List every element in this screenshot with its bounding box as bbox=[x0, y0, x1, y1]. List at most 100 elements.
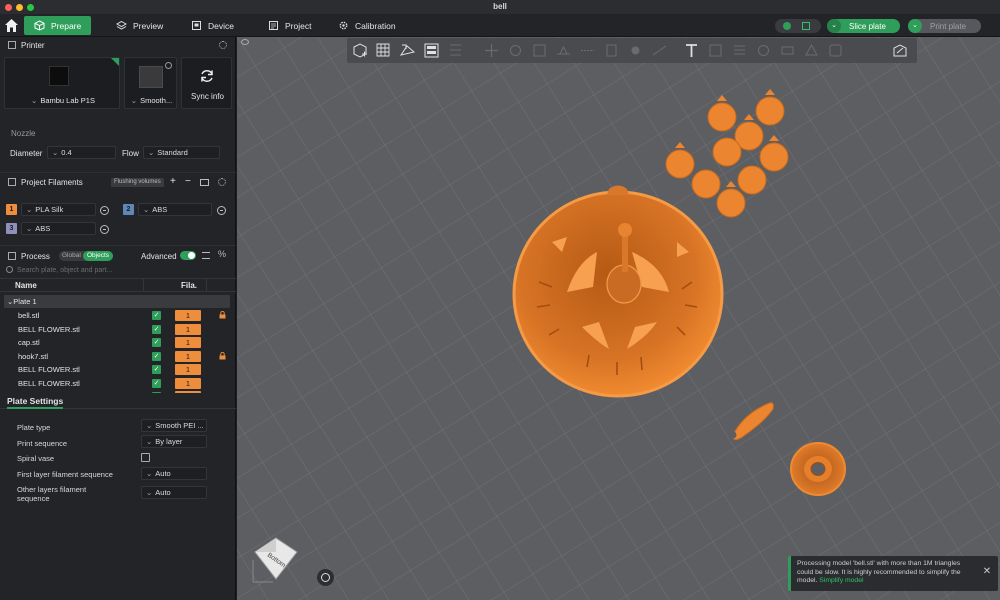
flushing-volumes-button[interactable]: Flushing volumes bbox=[111, 178, 164, 187]
plate-type-short: ⌄ Smooth... bbox=[130, 96, 173, 105]
tab-preview[interactable]: Preview bbox=[116, 16, 163, 35]
print-sequence-select[interactable]: ⌄ By layer bbox=[141, 435, 207, 448]
tab-preview-label: Preview bbox=[133, 20, 164, 31]
filament-1-remove-icon[interactable] bbox=[100, 206, 109, 215]
settings-gear-icon[interactable] bbox=[219, 41, 227, 49]
object-visible-checkbox[interactable]: ✓ bbox=[152, 311, 161, 320]
add-filament-icon[interactable]: + bbox=[170, 176, 176, 187]
hook-model bbox=[729, 402, 774, 441]
filament-2-remove-icon[interactable] bbox=[217, 206, 226, 215]
table-row[interactable]: BELL FLOWER.stl ✓ 1 bbox=[4, 377, 234, 390]
object-visible-checkbox[interactable]: ✓ bbox=[152, 338, 161, 347]
diameter-select[interactable]: ⌄ 0.4 bbox=[47, 146, 116, 159]
filament-sync-icon[interactable] bbox=[200, 179, 209, 186]
slice-plate-button[interactable]: ⌄ Slice plate bbox=[827, 19, 900, 33]
3d-viewport[interactable]: Bottom bbox=[237, 37, 1000, 600]
chevron-down-icon[interactable]: ⌄ bbox=[908, 19, 922, 33]
filament-2-swatch[interactable]: 2 bbox=[123, 204, 134, 215]
object-search-input[interactable]: Search plate, object and part... bbox=[4, 265, 232, 276]
filament-3-remove-icon[interactable] bbox=[100, 225, 109, 234]
nozzle-label: Nozzle bbox=[11, 129, 36, 138]
filament-3-select[interactable]: ⌄ ABS bbox=[21, 222, 96, 235]
filament-1-select[interactable]: ⌄ PLA Silk bbox=[21, 203, 96, 216]
printer-select-card[interactable]: ⌄ Bambu Lab P1S bbox=[4, 57, 120, 109]
filament-3-swatch[interactable]: 3 bbox=[6, 223, 17, 234]
sync-info-label: Sync info bbox=[191, 92, 224, 101]
plate-type-select[interactable]: ⌄ Smooth PEI ... bbox=[141, 419, 207, 432]
table-row[interactable]: cap.stl ✓ 1 bbox=[4, 336, 234, 349]
object-name: BELL FLOWER.stl bbox=[18, 392, 80, 393]
simplify-model-link[interactable]: Simplify model bbox=[819, 577, 863, 584]
table-row[interactable]: bell.stl ✓ 1 bbox=[4, 309, 234, 322]
info-icon[interactable] bbox=[165, 62, 172, 69]
object-visible-checkbox[interactable]: ✓ bbox=[152, 365, 161, 374]
divider bbox=[0, 245, 236, 246]
other-layers-sequence-select[interactable]: ⌄ Auto bbox=[141, 486, 207, 499]
orientation-cube[interactable]: Bottom bbox=[251, 534, 298, 583]
top-nav: Prepare Preview Device Project Calibrati… bbox=[0, 14, 1000, 37]
home-icon[interactable] bbox=[3, 17, 20, 34]
calibration-icon bbox=[339, 21, 348, 30]
bell-model bbox=[512, 185, 724, 398]
object-list: bell.stl ✓ 1 BELL FLOWER.stl ✓ 1 cap.stl ✓ 1 hook… bbox=[0, 309, 236, 393]
table-row[interactable]: BELL FLOWER.stl ✓ 1 bbox=[4, 363, 234, 376]
tab-device[interactable]: Device bbox=[191, 16, 234, 35]
object-filament-select[interactable]: 1 bbox=[175, 364, 201, 375]
object-visible-checkbox[interactable]: ✓ bbox=[152, 392, 161, 393]
lock-icon[interactable] bbox=[219, 311, 226, 319]
advanced-label: Advanced bbox=[141, 252, 177, 261]
sync-info-button[interactable]: Sync info bbox=[181, 57, 232, 109]
object-visible-checkbox[interactable]: ✓ bbox=[152, 378, 161, 388]
global-option[interactable]: Global bbox=[62, 252, 81, 259]
object-visible-checkbox[interactable]: ✓ bbox=[152, 351, 161, 361]
list-view-icon[interactable] bbox=[202, 252, 210, 259]
chevron-down-icon[interactable]: ⌄ bbox=[827, 19, 841, 33]
advanced-toggle[interactable] bbox=[180, 251, 196, 260]
object-name: bell.stl bbox=[18, 311, 40, 320]
remove-filament-icon[interactable]: − bbox=[185, 176, 191, 187]
filament-2-select[interactable]: ⌄ ABS bbox=[138, 203, 212, 216]
object-filament-select[interactable]: 1 bbox=[175, 350, 201, 362]
print-plate-button[interactable]: ⌄ Print plate bbox=[908, 19, 981, 33]
object-filament-select[interactable]: 1 bbox=[175, 391, 201, 393]
plate-row[interactable]: ⌄Plate 1 bbox=[4, 295, 230, 308]
first-layer-sequence-select[interactable]: ⌄ Auto bbox=[141, 467, 207, 480]
object-filament-select[interactable]: 1 bbox=[175, 323, 201, 335]
filament-1-swatch[interactable]: 1 bbox=[6, 204, 17, 215]
global-objects-toggle[interactable]: Global Objects bbox=[59, 251, 113, 261]
tab-prepare[interactable]: Prepare bbox=[24, 16, 92, 35]
view-toggle[interactable] bbox=[775, 19, 821, 33]
close-icon[interactable]: ✕ bbox=[981, 566, 993, 578]
flow-select[interactable]: ⌄ Standard bbox=[143, 146, 220, 159]
spiral-vase-checkbox[interactable] bbox=[141, 453, 150, 462]
search-icon bbox=[6, 266, 13, 273]
tab-project[interactable]: Project bbox=[268, 16, 311, 35]
plate-row-label: ⌄Plate 1 bbox=[7, 297, 37, 306]
lock-icon[interactable] bbox=[219, 351, 226, 360]
object-filament-select[interactable]: 1 bbox=[175, 377, 201, 389]
object-list-header: Name Fila. bbox=[0, 278, 236, 292]
selected-corner-icon bbox=[111, 58, 119, 66]
filament-settings-icon[interactable] bbox=[218, 178, 226, 186]
spiral-vase-label: Spiral vase bbox=[17, 454, 55, 463]
plate-type-card[interactable]: ⌄ Smooth... bbox=[124, 57, 177, 109]
table-row[interactable]: BELL FLOWER.stl ✓ 1 bbox=[4, 323, 234, 336]
fit-view-button[interactable] bbox=[317, 569, 334, 586]
process-header-label: Process bbox=[21, 251, 50, 261]
objects-option[interactable]: Objects bbox=[83, 251, 113, 261]
table-row[interactable]: BELL FLOWER.stl ✓ 1 bbox=[4, 390, 234, 393]
window-title: bell bbox=[493, 2, 507, 11]
tab-device-label: Device bbox=[208, 20, 234, 31]
tab-project-label: Project bbox=[285, 20, 312, 31]
table-row[interactable]: hook7.stl ✓ 1 bbox=[4, 350, 234, 363]
object-filament-select[interactable]: 1 bbox=[175, 337, 201, 348]
object-visible-checkbox[interactable]: ✓ bbox=[152, 324, 161, 334]
percent-icon[interactable]: % bbox=[218, 249, 226, 259]
object-name: BELL FLOWER.stl bbox=[18, 365, 80, 374]
tab-calibration[interactable]: Calibration bbox=[338, 16, 396, 35]
model-scene bbox=[512, 89, 846, 496]
plate-settings-tab[interactable]: Plate Settings bbox=[7, 396, 64, 409]
cube-icon bbox=[34, 20, 45, 31]
object-filament-select[interactable]: 1 bbox=[175, 310, 201, 321]
plate-type-label: Plate type bbox=[17, 423, 51, 432]
